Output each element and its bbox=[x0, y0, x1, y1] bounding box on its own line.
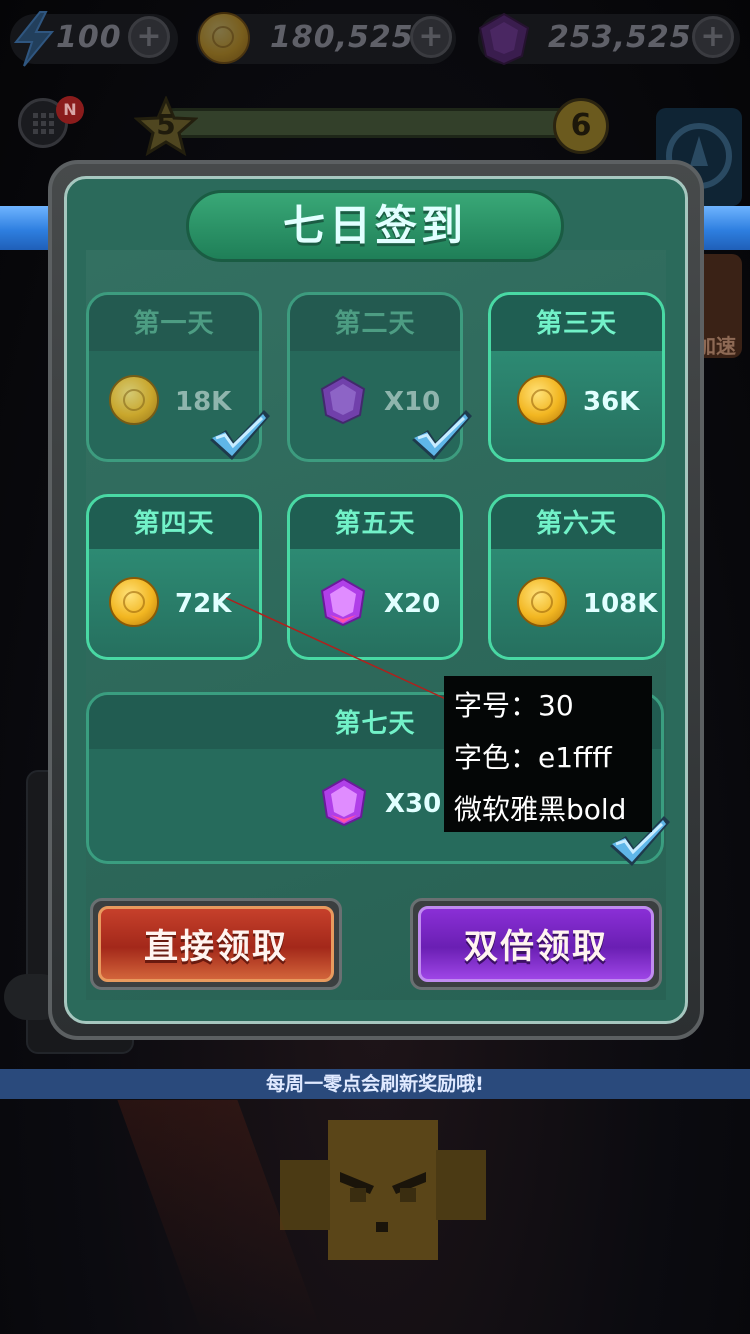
annotation-font-color: 字色：e1ffff bbox=[454, 741, 612, 774]
annotation-pointer bbox=[225, 597, 449, 701]
annotation-font-family: 微软雅黑bold bbox=[454, 793, 627, 826]
annotation-font-size: 字号：30 bbox=[454, 689, 574, 722]
design-annotation: 字号：30 字色：e1ffff 微软雅黑bold bbox=[444, 676, 652, 832]
